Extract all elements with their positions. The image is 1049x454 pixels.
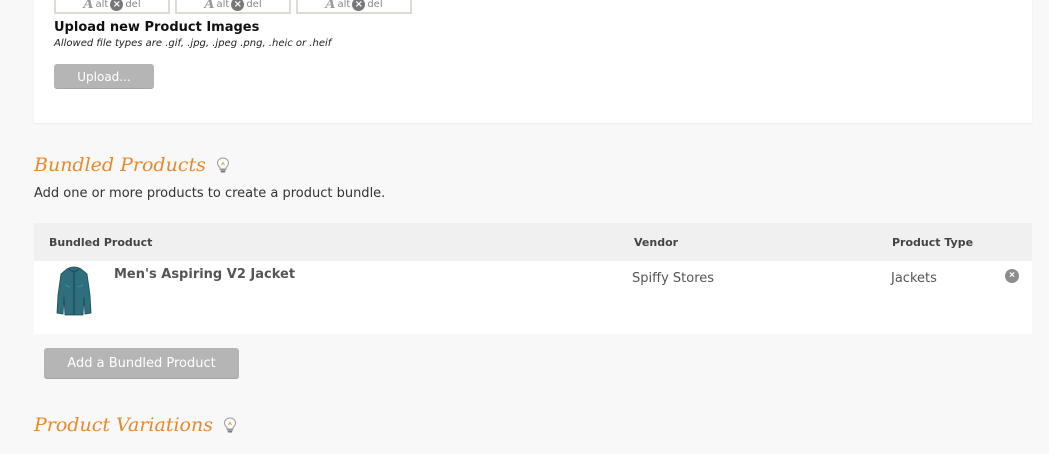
bundled-product-name[interactable]: Men's Aspiring V2 Jacket <box>114 267 295 282</box>
column-header-product-type: Product Type <box>892 236 974 249</box>
bundled-products-table: Bundled Product Vendor Product Type Men'… <box>34 223 1032 334</box>
product-images-panel: A alt × del A alt × del A alt × del Uplo… <box>34 0 1032 123</box>
image-thumbnail: A alt × del <box>54 0 170 14</box>
table-row: Men's Aspiring V2 Jacket Spiffy Stores J… <box>34 261 1032 334</box>
delete-circle-icon[interactable]: × <box>231 0 245 11</box>
delete-image-link[interactable]: del <box>125 0 140 10</box>
allowed-file-types-hint: Allowed file types are .gif, .jpg, .jpeg… <box>54 38 332 49</box>
alt-text-icon[interactable]: A <box>83 0 93 12</box>
table-header: Bundled Product Vendor Product Type <box>34 223 1032 261</box>
alt-text-link[interactable]: alt <box>337 0 350 10</box>
bundled-product-vendor: Spiffy Stores <box>632 271 715 286</box>
product-variations-title: Product Variations <box>34 414 213 436</box>
bundled-product-type: Jackets <box>891 271 937 286</box>
delete-image-link[interactable]: del <box>367 0 382 10</box>
remove-circle-icon[interactable]: × <box>1005 269 1019 283</box>
image-thumbnail: A alt × del <box>296 0 412 14</box>
alt-text-link[interactable]: alt <box>216 0 229 10</box>
upload-images-heading: Upload new Product Images <box>54 20 260 35</box>
lightbulb-icon[interactable] <box>223 416 237 434</box>
image-thumbnail: A alt × del <box>175 0 291 14</box>
delete-circle-icon[interactable]: × <box>110 0 124 11</box>
column-header-bundled-product: Bundled Product <box>49 236 153 249</box>
upload-button[interactable]: Upload... <box>54 64 154 89</box>
column-header-vendor: Vendor <box>634 236 679 249</box>
alt-text-link[interactable]: alt <box>95 0 108 10</box>
bundled-products-title: Bundled Products <box>34 154 206 176</box>
product-variations-heading: Product Variations <box>34 414 237 436</box>
delete-circle-icon[interactable]: × <box>352 0 366 11</box>
lightbulb-icon[interactable] <box>216 156 230 174</box>
delete-image-link[interactable]: del <box>246 0 261 10</box>
bundled-products-heading: Bundled Products <box>34 154 230 176</box>
add-bundled-product-button[interactable]: Add a Bundled Product <box>44 348 239 379</box>
bundled-products-description: Add one or more products to create a pro… <box>34 186 386 201</box>
product-thumbnail <box>54 265 94 317</box>
alt-text-icon[interactable]: A <box>325 0 335 12</box>
alt-text-icon[interactable]: A <box>204 0 214 12</box>
